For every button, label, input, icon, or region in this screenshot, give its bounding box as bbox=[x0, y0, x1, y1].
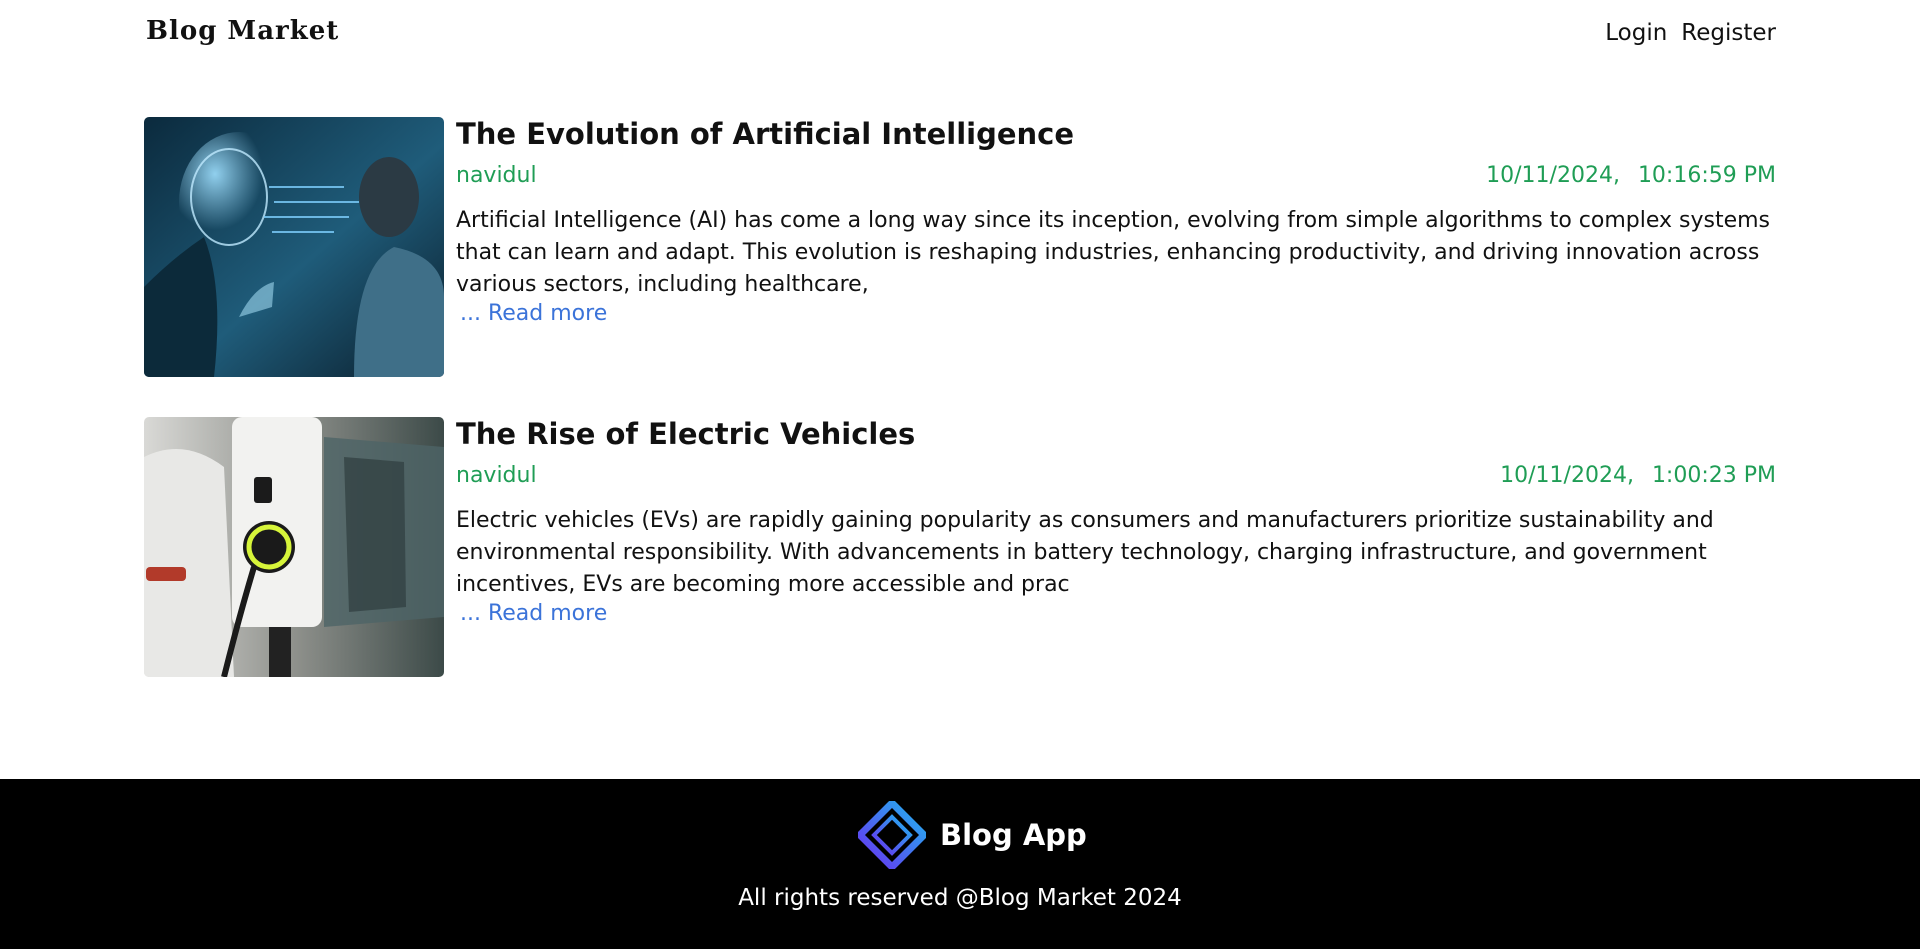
post-timestamp: 10/11/2024, 10:16:59 PM bbox=[1486, 163, 1776, 188]
login-link[interactable]: Login bbox=[1605, 20, 1667, 46]
site-footer: Blog App All rights reserved @Blog Marke… bbox=[0, 779, 1920, 949]
post-excerpt: Artificial Intelligence (AI) has come a … bbox=[456, 208, 1771, 297]
register-link[interactable]: Register bbox=[1681, 20, 1776, 46]
post-title[interactable]: The Rise of Electric Vehicles bbox=[456, 417, 915, 451]
post-card: The Evolution of Artificial Intelligence… bbox=[144, 117, 1776, 379]
post-date: 10/11/2024, bbox=[1486, 163, 1620, 188]
ev-charging-station-image bbox=[144, 417, 444, 677]
post-date: 10/11/2024, bbox=[1500, 463, 1634, 488]
footer-brand[interactable]: Blog App bbox=[858, 801, 1087, 869]
post-time: 10:16:59 PM bbox=[1637, 163, 1776, 188]
read-more-link[interactable]: ... Read more bbox=[460, 301, 607, 326]
post-card: The Rise of Electric Vehicles navidul 10… bbox=[144, 417, 1776, 679]
read-more-link[interactable]: ... Read more bbox=[460, 601, 607, 626]
post-author: navidul bbox=[456, 463, 537, 488]
post-thumbnail-ev[interactable] bbox=[144, 417, 444, 677]
diamond-logo-icon bbox=[858, 801, 926, 869]
post-thumbnail-ai[interactable] bbox=[144, 117, 444, 377]
site-logo[interactable]: Blog Market bbox=[146, 16, 339, 46]
top-nav: Login Register bbox=[1605, 20, 1776, 46]
post-title[interactable]: The Evolution of Artificial Intelligence bbox=[456, 117, 1074, 151]
post-author: navidul bbox=[456, 163, 537, 188]
footer-brand-name: Blog App bbox=[940, 818, 1087, 852]
post-time: 1:00:23 PM bbox=[1651, 463, 1776, 488]
post-timestamp: 10/11/2024, 1:00:23 PM bbox=[1500, 463, 1776, 488]
copyright-text: All rights reserved @Blog Market 2024 bbox=[738, 885, 1182, 911]
ai-human-face-to-face-image bbox=[144, 117, 444, 377]
site-header: Blog Market Login Register bbox=[0, 0, 1920, 70]
post-excerpt: Electric vehicles (EVs) are rapidly gain… bbox=[456, 508, 1714, 597]
